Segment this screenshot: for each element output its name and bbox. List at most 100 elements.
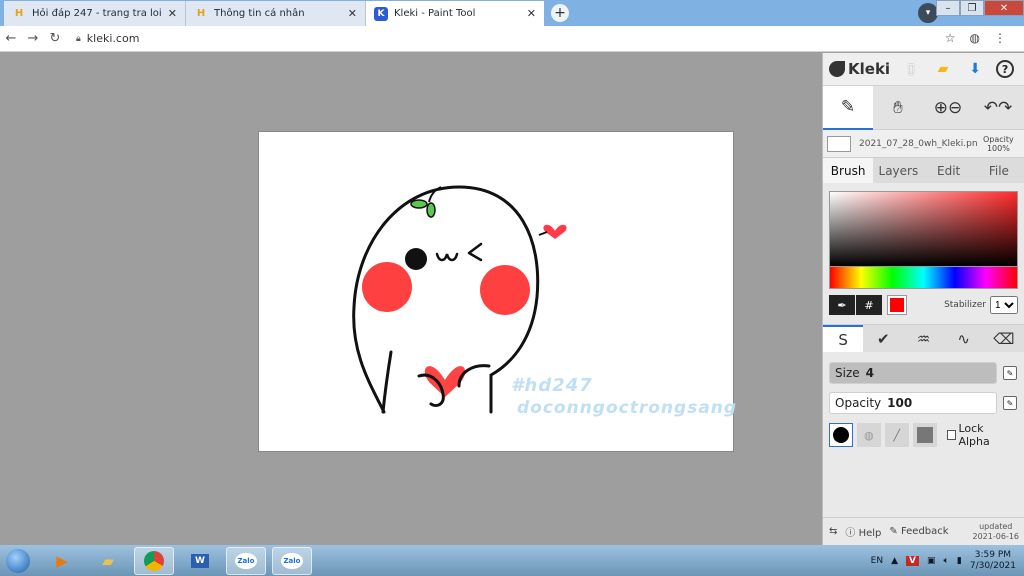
hand-tool-button[interactable]: ✋︎: [873, 86, 923, 130]
taskbar-media-player[interactable]: ▶: [42, 547, 82, 575]
current-color-swatch[interactable]: [887, 295, 907, 315]
show-hidden-icons-icon[interactable]: ▲: [891, 556, 898, 566]
brush-shape-square[interactable]: [912, 423, 937, 447]
tab-brush[interactable]: Brush: [823, 158, 874, 183]
opacity-slider[interactable]: Opacity 100: [829, 392, 997, 414]
brush-shape-soft[interactable]: ◍: [856, 423, 881, 447]
tab-label: Thông tin cá nhân: [214, 8, 305, 19]
size-value: 4: [865, 366, 874, 380]
new-image-icon[interactable]: ▯: [900, 58, 922, 80]
taskbar-word[interactable]: W: [180, 547, 220, 575]
extension-icon[interactable]: ◍: [970, 31, 980, 45]
tool-bar: ✎ ✋︎ ⊕⊖ ↶↷: [823, 85, 1024, 130]
browser-tab-hoidap[interactable]: H Hỏi đáp 247 - trang tra loi ✕: [4, 1, 186, 26]
browser-tab-kleki[interactable]: K Kleki - Paint Tool ✕: [366, 1, 544, 26]
language-indicator[interactable]: EN: [871, 556, 883, 566]
menu-dots-icon[interactable]: ⋮: [994, 31, 1006, 45]
help-circle-icon[interactable]: ?: [996, 60, 1015, 78]
zalo-icon: Zalo: [281, 552, 303, 569]
address-bar: ← → ↻ 🔒︎ kleki.com ☆ ◍ ⋮: [0, 26, 1024, 52]
help-label: Help: [858, 528, 882, 539]
watermark-line-1: #hd247: [511, 375, 593, 396]
brush-shape-circle[interactable]: [829, 423, 853, 447]
address-bar-actions: ☆ ◍ ⋮: [945, 31, 1006, 45]
pen-brush-button[interactable]: S: [823, 325, 864, 352]
signal-icon[interactable]: ▮: [957, 556, 962, 566]
word-icon: W: [191, 553, 209, 568]
size-edit-icon[interactable]: ✎: [1003, 366, 1017, 380]
smudge-brush-icon: ∿: [957, 329, 970, 348]
drawing-canvas[interactable]: #hd247 doconngoctrongsang: [258, 131, 736, 452]
profile-dropdown-icon[interactable]: ▾: [918, 3, 938, 23]
eyedropper-icon[interactable]: ✒: [829, 295, 855, 315]
help-link[interactable]: ⓘ Help: [845, 524, 881, 539]
sketchy-brush-button[interactable]: ♒: [903, 325, 943, 352]
image-thumbnail[interactable]: [827, 135, 851, 152]
restore-icon[interactable]: ❐: [960, 0, 984, 16]
brush-type-bar: S ✔ ♒ ∿ ⌫: [823, 324, 1024, 352]
back-arrow-icon[interactable]: ←: [0, 31, 22, 46]
stabilizer-label: Stabilizer: [944, 300, 986, 310]
taskbar-file-explorer[interactable]: ▰: [88, 547, 128, 575]
color-saturation-picker[interactable]: [829, 191, 1018, 267]
browser-tab-strip: H Hỏi đáp 247 - trang tra loi ✕ H Thông …: [0, 0, 1024, 26]
close-tab-icon[interactable]: ✕: [527, 7, 536, 20]
updated-label: updated: [979, 521, 1013, 531]
tab-file[interactable]: File: [974, 158, 1024, 183]
smudge-brush-button[interactable]: ∿: [944, 325, 984, 352]
size-label: Size: [835, 366, 860, 380]
sprout-leaf-left: [410, 199, 428, 209]
opacity-edit-icon[interactable]: ✎: [1003, 396, 1017, 410]
file-name: 2021_07_28_0wh_Kleki.png: [859, 138, 977, 149]
download-icon[interactable]: ⬇: [964, 58, 986, 80]
taskbar-zalo-2[interactable]: Zalo: [272, 546, 312, 575]
hue-slider[interactable]: [829, 267, 1018, 289]
undo-redo-button[interactable]: ↶↷: [973, 86, 1023, 130]
bookmark-star-icon[interactable]: ☆: [945, 31, 956, 45]
opacity-slider-label: Opacity: [835, 396, 882, 410]
file-info-row: 2021_07_28_0wh_Kleki.png Opacity 100%: [823, 129, 1024, 157]
browser-tab-profile[interactable]: H Thông tin cá nhân ✕: [186, 1, 366, 26]
network-icon[interactable]: ▣: [927, 556, 936, 566]
brush-tool-button[interactable]: ✎: [823, 85, 873, 130]
blend-brush-button[interactable]: ✔: [863, 325, 903, 352]
kleki-side-panel: Kleki ▯ ▰ ⬇ ? ✎ ✋︎ ⊕⊖ ↶↷ 2021_07_28_0wh_…: [822, 53, 1024, 545]
tab-edit[interactable]: Edit: [924, 158, 974, 183]
close-window-icon[interactable]: ✕: [984, 0, 1024, 16]
eraser-button[interactable]: ⌫: [984, 325, 1024, 352]
windows-logo-icon: [6, 548, 30, 573]
pen-brush-icon: S: [838, 330, 848, 349]
close-tab-icon[interactable]: ✕: [348, 7, 357, 20]
feedback-link[interactable]: ✎ Feedback: [889, 526, 948, 537]
start-button[interactable]: [0, 546, 36, 576]
stabilizer-select[interactable]: 1: [990, 296, 1018, 314]
taskbar-chrome[interactable]: [134, 546, 174, 575]
brush-shape-line[interactable]: ╱: [884, 423, 909, 447]
lock-alpha-toggle[interactable]: Lock Alpha: [946, 422, 1018, 448]
url-text: kleki.com: [86, 32, 140, 45]
size-slider[interactable]: Size 4: [829, 362, 997, 384]
open-folder-icon[interactable]: ▰: [932, 58, 954, 80]
new-tab-button[interactable]: +: [551, 4, 569, 22]
swap-side-icon[interactable]: ⇆: [829, 526, 837, 537]
forward-arrow-icon[interactable]: →: [22, 31, 44, 46]
hex-input-button[interactable]: #: [856, 295, 882, 315]
eye-right-wink: [467, 242, 483, 262]
volume-icon[interactable]: 🔈︎: [943, 556, 948, 566]
tab-layers[interactable]: Layers: [873, 158, 923, 183]
color-row: ✒ # Stabilizer 1: [823, 292, 1024, 318]
lock-alpha-checkbox[interactable]: [946, 430, 957, 440]
zoom-tool-button[interactable]: ⊕⊖: [923, 86, 973, 130]
minimize-icon[interactable]: –: [936, 0, 960, 16]
reload-icon[interactable]: ↻: [44, 31, 66, 46]
vietkey-icon[interactable]: V: [906, 555, 919, 566]
body-left-line: [381, 350, 393, 414]
clock-date: 7/30/2021: [969, 560, 1016, 571]
close-tab-icon[interactable]: ✕: [168, 7, 177, 20]
canvas-workspace[interactable]: #hd247 doconngoctrongsang: [0, 53, 822, 545]
size-slider-row: Size 4 ✎: [823, 358, 1024, 388]
system-clock[interactable]: 3:59 PM 7/30/2021: [970, 550, 1016, 572]
taskbar-zalo-1[interactable]: Zalo: [226, 546, 266, 575]
opacity-value: 100%: [986, 143, 1010, 153]
url-field[interactable]: 🔒︎ kleki.com: [76, 32, 139, 45]
